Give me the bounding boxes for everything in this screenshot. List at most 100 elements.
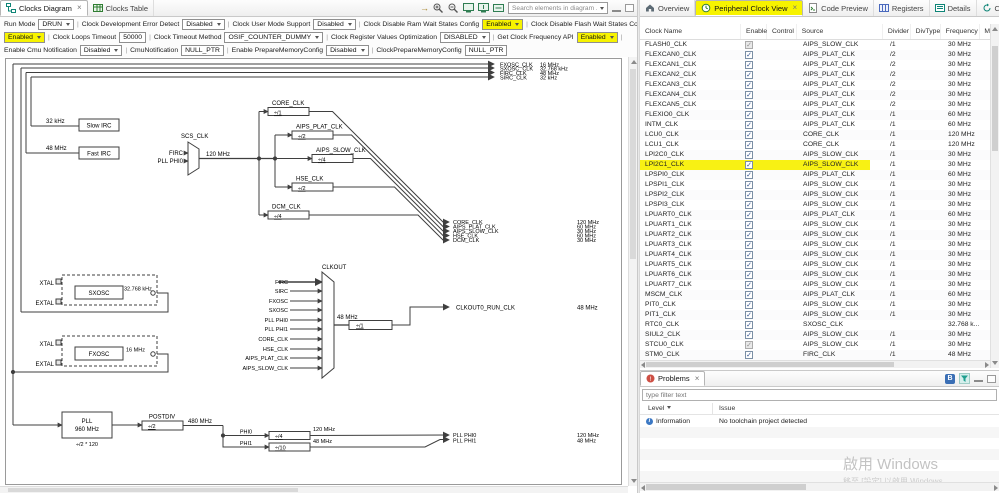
- scroll-right-icon[interactable]: [994, 484, 998, 491]
- table-row[interactable]: FLEXCAN0_CLK ✓ AIPS_PLAT_CLK/2 30 MHz: [640, 50, 990, 60]
- filter-funnel-icon[interactable]: [959, 373, 970, 384]
- tab-clock-consumers[interactable]: Clock Consumers: [977, 0, 999, 16]
- column-frequency[interactable]: Frequency: [941, 24, 981, 39]
- table-row[interactable]: STCU0_CLK ✓ AIPS_SLOW_CLK/1 30 MHz: [640, 340, 990, 350]
- scrollbar-thumb[interactable]: [8, 488, 298, 492]
- table-row[interactable]: LPUART1_CLK ✓ AIPS_SLOW_CLK/1 30 MHz: [640, 220, 990, 230]
- enable-checkbox[interactable]: ✓: [745, 291, 753, 299]
- enable-checkbox[interactable]: ✓: [745, 241, 753, 249]
- problem-row[interactable]: i Information No toolchain project detecte…: [640, 416, 999, 427]
- tab-registers[interactable]: Registers: [874, 0, 930, 16]
- tab-problems[interactable]: ! Problems ×: [640, 371, 706, 386]
- table-row[interactable]: RTC0_CLK ✓ SXOSC_CLK 32.768 k...: [640, 320, 990, 330]
- table-row[interactable]: LPUART4_CLK ✓ AIPS_SLOW_CLK/1 30 MHz: [640, 250, 990, 260]
- table-row[interactable]: LPUART2_CLK ✓ AIPS_SLOW_CLK/1 30 MHz: [640, 230, 990, 240]
- table-row[interactable]: LPSPI3_CLK ✓ AIPS_SLOW_CLK/1 30 MHz: [640, 200, 990, 210]
- minimize-view-icon[interactable]: [612, 9, 621, 12]
- scrollbar-thumb[interactable]: [992, 46, 998, 151]
- close-icon[interactable]: ×: [77, 4, 82, 12]
- table-row[interactable]: FLEXCAN4_CLK ✓ AIPS_PLAT_CLK/2 30 MHz: [640, 90, 990, 100]
- table-row[interactable]: LCU1_CLK ✓ CORE_CLK/1 120 MHz: [640, 140, 990, 150]
- enable-checkbox[interactable]: ✓: [745, 151, 753, 159]
- enable-checkbox[interactable]: ✓: [745, 141, 753, 149]
- table-row[interactable]: SIUL2_CLK ✓ AIPS_SLOW_CLK/1 30 MHz: [640, 330, 990, 340]
- column-divider[interactable]: Divider: [883, 24, 911, 39]
- config-input[interactable]: 50000: [119, 32, 147, 43]
- table-row[interactable]: INTM_CLK ✓ AIPS_PLAT_CLK/1 60 MHz: [640, 120, 990, 130]
- maximize-view-icon[interactable]: [987, 374, 996, 383]
- config-select[interactable]: Disabled: [182, 19, 225, 30]
- enable-checkbox[interactable]: ✓: [745, 111, 753, 119]
- config-select[interactable]: DRUN: [38, 19, 74, 30]
- tab-details[interactable]: Details: [930, 0, 977, 16]
- table-row[interactable]: FLEXCAN5_CLK ✓ AIPS_PLAT_CLK/2 30 MHz: [640, 100, 990, 110]
- problems-horizontal-scrollbar[interactable]: [640, 482, 999, 491]
- enable-checkbox[interactable]: ✓: [745, 341, 753, 349]
- table-horizontal-scrollbar[interactable]: [640, 360, 990, 368]
- scroll-down-icon[interactable]: [992, 361, 998, 365]
- enable-checkbox[interactable]: ✓: [745, 121, 753, 129]
- column-divtype[interactable]: DivType: [911, 24, 941, 39]
- tab-clocks-table[interactable]: Clocks Table: [88, 0, 154, 16]
- table-row[interactable]: LPUART5_CLK ✓ AIPS_SLOW_CLK/1 30 MHz: [640, 260, 990, 270]
- table-row[interactable]: FLEXCAN1_CLK ✓ AIPS_PLAT_CLK/2 30 MHz: [640, 60, 990, 70]
- table-row[interactable]: FLEXCAN2_CLK ✓ AIPS_PLAT_CLK/2 30 MHz: [640, 70, 990, 80]
- table-row[interactable]: STM0_CLK ✓ FIRC_CLK/1 48 MHz: [640, 350, 990, 360]
- enable-checkbox[interactable]: ✓: [745, 251, 753, 259]
- problems-filter-input[interactable]: [642, 389, 997, 401]
- config-select[interactable]: OSIF_COUNTER_DUMMY: [224, 32, 324, 43]
- table-row[interactable]: LPUART3_CLK ✓ AIPS_SLOW_CLK/1 30 MHz: [640, 240, 990, 250]
- table-row[interactable]: LPI2C0_CLK ✓ AIPS_SLOW_CLK/1 30 MHz: [640, 150, 990, 160]
- enable-checkbox[interactable]: ✓: [745, 101, 753, 109]
- enable-checkbox[interactable]: ✓: [745, 181, 753, 189]
- config-select[interactable]: Disabled: [79, 45, 123, 56]
- enable-checkbox[interactable]: ✓: [745, 211, 753, 219]
- scrollbar-thumb[interactable]: [646, 484, 806, 490]
- scroll-up-icon[interactable]: [992, 27, 998, 31]
- collapse-diagram-icon[interactable]: [493, 3, 504, 13]
- config-select[interactable]: Enabled: [482, 19, 524, 30]
- enable-checkbox[interactable]: ✓: [745, 161, 753, 169]
- table-row[interactable]: MSCM_CLK ✓ AIPS_PLAT_CLK/1 60 MHz: [640, 290, 990, 300]
- maximize-view-icon[interactable]: [625, 4, 634, 12]
- enable-checkbox[interactable]: ✓: [745, 191, 753, 199]
- enable-checkbox[interactable]: ✓: [745, 321, 753, 329]
- table-row[interactable]: LPSPI0_CLK ✓ AIPS_PLAT_CLK/1 60 MHz: [640, 170, 990, 180]
- enable-checkbox[interactable]: ✓: [745, 71, 753, 79]
- scs-mux[interactable]: [187, 141, 200, 176]
- enable-checkbox[interactable]: ✓: [745, 171, 753, 179]
- table-row[interactable]: FLEXCAN3_CLK ✓ AIPS_PLAT_CLK/2 30 MHz: [640, 80, 990, 90]
- tab-code-preview[interactable]: Code Preview: [803, 0, 874, 16]
- column-issue[interactable]: Issue: [713, 403, 735, 414]
- table-row[interactable]: PIT0_CLK ✓ AIPS_SLOW_CLK/1 30 MHz: [640, 300, 990, 310]
- enable-checkbox[interactable]: ✓: [745, 51, 753, 59]
- diagram-search-combo[interactable]: Search elements in diagram ...: [508, 2, 608, 14]
- export-all-icon[interactable]: [478, 3, 489, 13]
- export-image-icon[interactable]: [463, 3, 474, 13]
- config-select[interactable]: Disabled: [326, 45, 369, 56]
- scroll-right-icon[interactable]: [985, 362, 989, 368]
- config-select[interactable]: Disabled: [313, 19, 356, 30]
- table-row[interactable]: LPI2C1_CLK ✓ AIPS_SLOW_CLK/1 30 MHz: [640, 160, 990, 170]
- column-clock-name[interactable]: Clock Name: [640, 24, 741, 39]
- close-icon[interactable]: ×: [793, 4, 798, 12]
- diagram-vertical-scrollbar[interactable]: [628, 57, 637, 486]
- enable-checkbox[interactable]: ✓: [745, 301, 753, 309]
- enable-checkbox[interactable]: ✓: [745, 231, 753, 239]
- config-input[interactable]: NULL_PTR: [181, 45, 224, 56]
- tab-overview[interactable]: Overview: [640, 0, 696, 16]
- enable-checkbox[interactable]: ✓: [745, 91, 753, 99]
- clock-diagram-canvas[interactable]: FXOSC_CLK 16 MHz SXOSC_CLK 32.768 kHz FI…: [0, 57, 637, 493]
- toggle-b-icon[interactable]: B: [945, 373, 955, 384]
- enable-checkbox[interactable]: ✓: [745, 271, 753, 279]
- enable-checkbox[interactable]: ✓: [745, 201, 753, 209]
- table-row[interactable]: LPSPI1_CLK ✓ AIPS_SLOW_CLK/1 30 MHz: [640, 180, 990, 190]
- table-row[interactable]: LPUART7_CLK ✓ AIPS_SLOW_CLK/1 30 MHz: [640, 280, 990, 290]
- enable-checkbox[interactable]: ✓: [745, 221, 753, 229]
- config-input[interactable]: NULL_PTR: [464, 45, 508, 56]
- table-row[interactable]: FLASH0_CLK ✓ AIPS_SLOW_CLK/1 30 MHz: [640, 40, 990, 50]
- zoom-in-icon[interactable]: [433, 3, 444, 14]
- enable-checkbox[interactable]: ✓: [745, 311, 753, 319]
- enable-checkbox[interactable]: ✓: [745, 61, 753, 69]
- config-select[interactable]: Enabled: [576, 32, 618, 43]
